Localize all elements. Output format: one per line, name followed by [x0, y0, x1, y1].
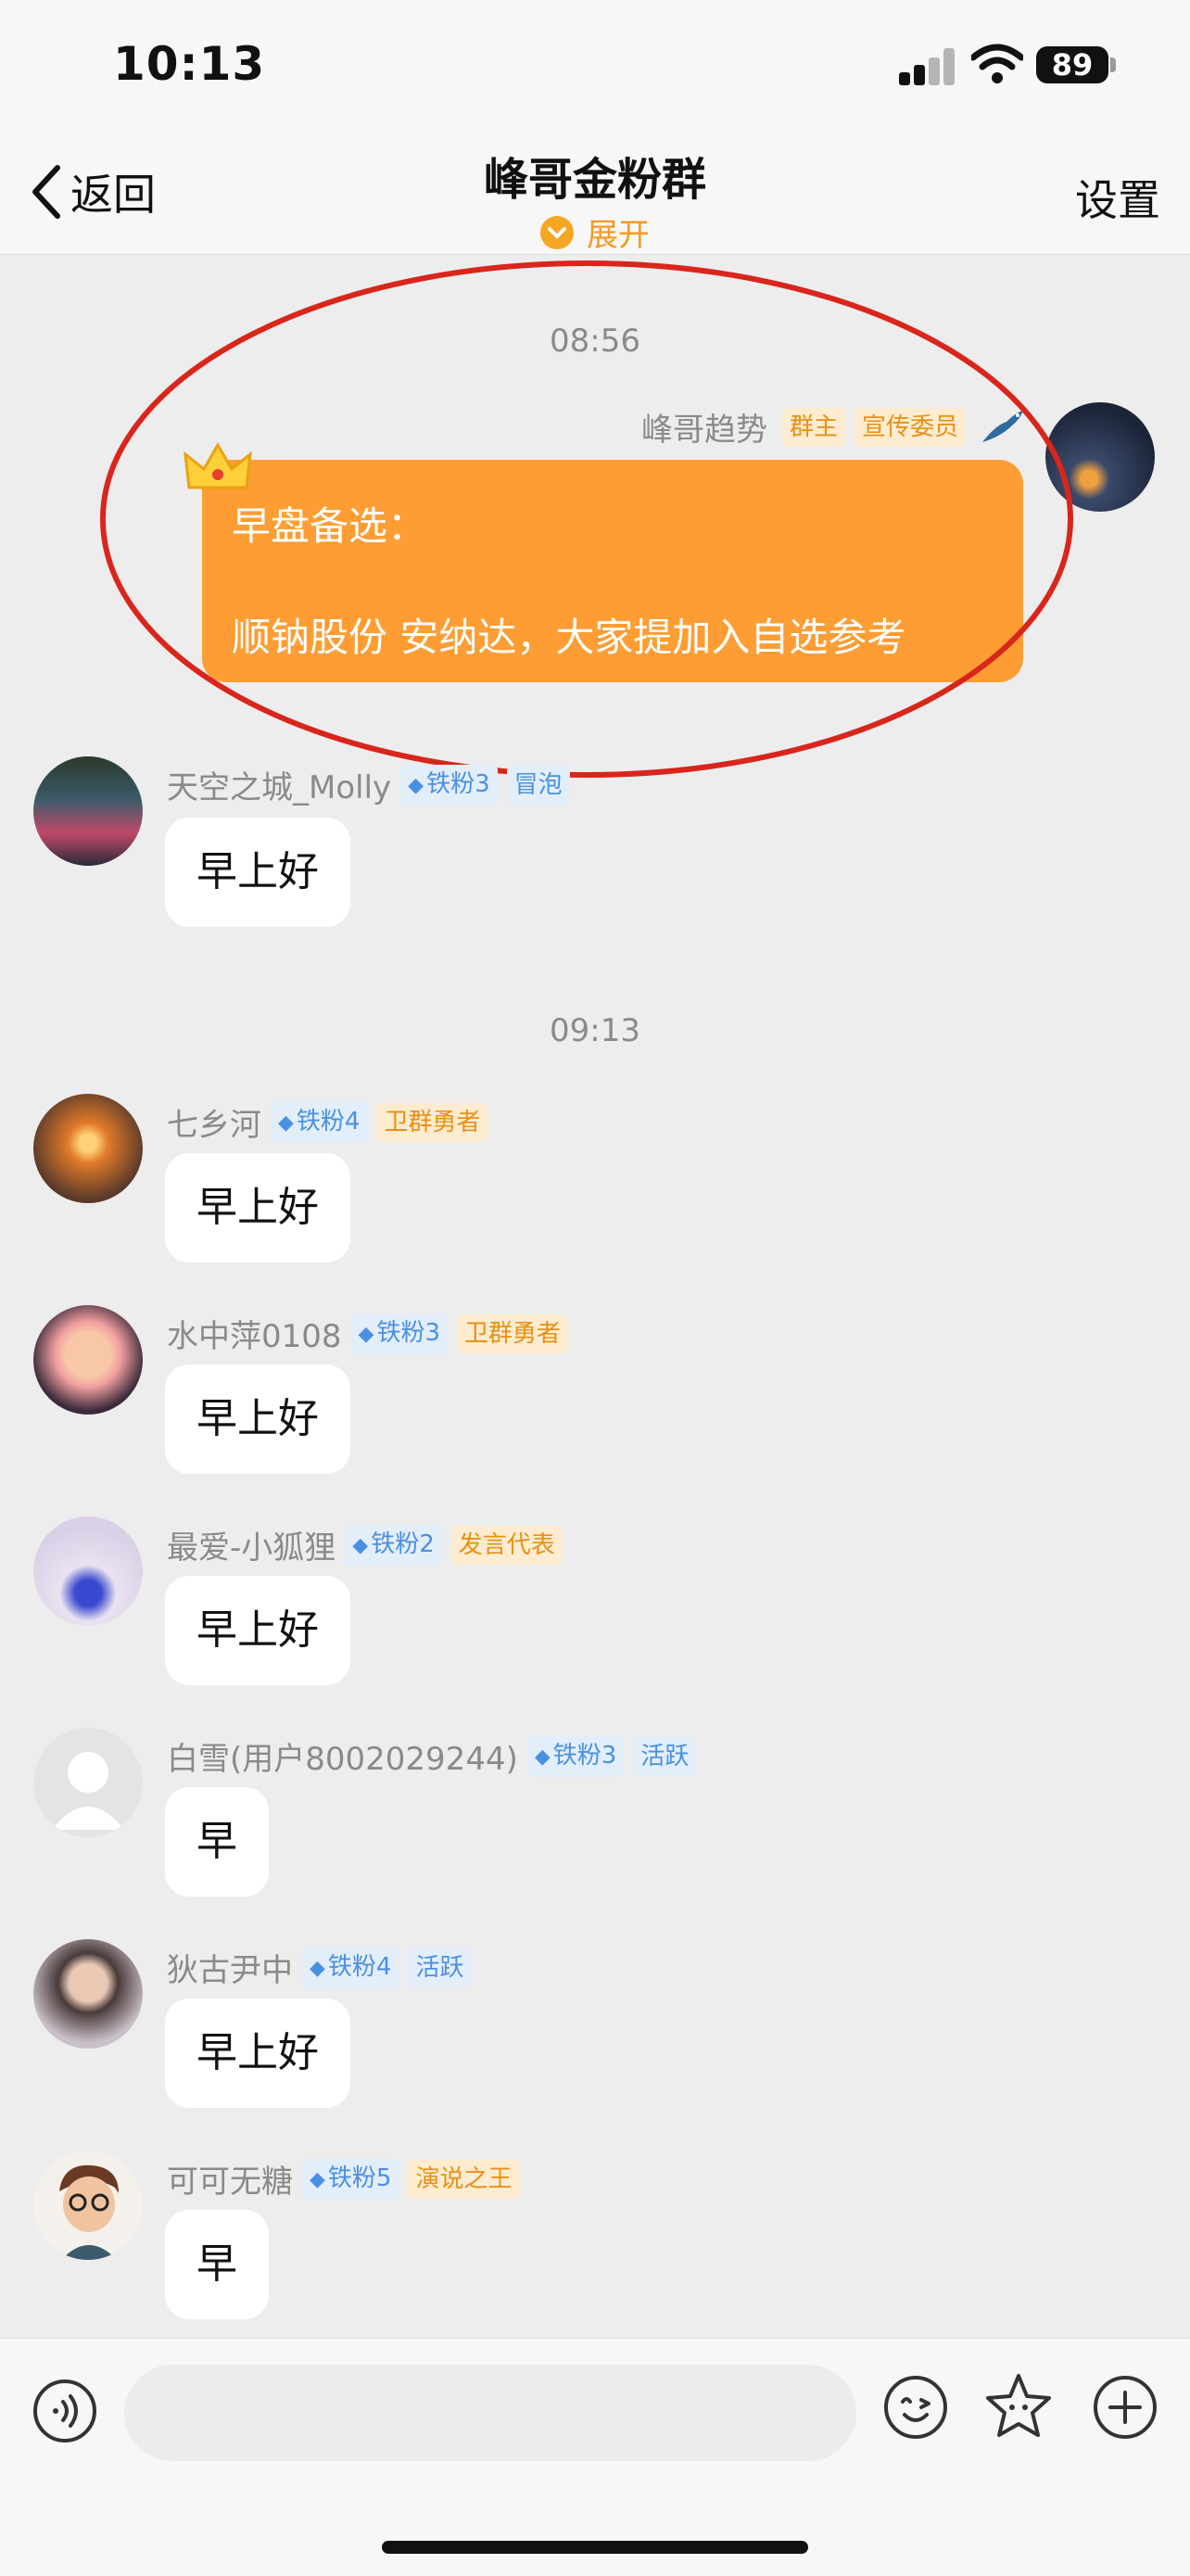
- role-badge: 宣传委员: [854, 407, 966, 447]
- avatar[interactable]: [33, 1516, 143, 1626]
- time-stamp: 09:13: [550, 1012, 640, 1049]
- sender-name: 峰哥趋势: [640, 412, 767, 449]
- message-line: 早盘备选：: [232, 503, 427, 549]
- emoji-icon[interactable]: [882, 2374, 949, 2441]
- sender-name: 可可无糖: [167, 2164, 293, 2201]
- member-badge: 活跃: [408, 1948, 472, 1987]
- avatar[interactable]: [33, 756, 143, 866]
- message-bubble[interactable]: 早上好: [165, 1576, 350, 1685]
- sender-name: 七乡河: [167, 1107, 261, 1144]
- status-bar: 10:13 89: [0, 0, 1190, 139]
- cartoon-face-icon: [59, 2164, 119, 2260]
- member-badge: 发言代表: [450, 1525, 563, 1565]
- sender-name: 狄古尹中: [167, 1952, 293, 1989]
- avatar[interactable]: [1045, 402, 1155, 512]
- sender-name: 天空之城_Molly: [167, 769, 392, 806]
- sender-name: 白雪(用户8002029244): [167, 1741, 518, 1778]
- avatar[interactable]: [33, 1094, 143, 1203]
- group-title[interactable]: 峰哥金粉群: [0, 143, 1190, 208]
- input-bar: [0, 2338, 1190, 2576]
- owner-sender-row: 峰哥趋势 群主 宣传委员: [641, 404, 1027, 450]
- sender-name: 水中萍0108: [167, 1318, 342, 1355]
- settings-button[interactable]: 设置: [1075, 167, 1160, 228]
- title-block: 峰哥金粉群 展开: [0, 139, 1190, 255]
- member-badge: 冒泡: [506, 765, 570, 805]
- bird-icon: [982, 410, 1023, 442]
- sender-row: 最爱-小狐狸 铁粉2 发言代表: [167, 1522, 563, 1567]
- plus-icon[interactable]: [1092, 2374, 1158, 2441]
- battery-indicator: 89: [1036, 46, 1108, 83]
- sender-row: 可可无糖 铁粉5 演说之王: [167, 2156, 520, 2202]
- sender-row: 水中萍0108 铁粉3 卫群勇者: [167, 1311, 569, 1356]
- fan-level-badge: 铁粉3: [526, 1735, 625, 1777]
- wifi-icon: [971, 44, 1023, 83]
- cellular-signal-icon: [899, 48, 956, 85]
- fan-level-badge: 铁粉3: [400, 764, 498, 806]
- status-time: 10:13: [113, 37, 266, 91]
- avatar[interactable]: [33, 1728, 143, 1837]
- battery-tip: [1110, 57, 1116, 72]
- expand-label: 展开: [587, 217, 650, 254]
- owner-badge: 群主: [781, 407, 845, 447]
- home-indicator: [382, 2541, 808, 2554]
- member-badge: 卫群勇者: [457, 1313, 569, 1353]
- sender-row: 白雪(用户8002029244) 铁粉3 活跃: [167, 1733, 697, 1779]
- expand-chevron-icon: [540, 215, 574, 249]
- fan-level-badge: 铁粉5: [302, 2158, 399, 2200]
- message-bubble[interactable]: 早上好: [165, 1364, 350, 1474]
- fan-level-badge: 铁粉4: [271, 1101, 368, 1143]
- fan-level-badge: 铁粉2: [345, 1524, 442, 1566]
- fan-level-badge: 铁粉4: [302, 1947, 399, 1988]
- member-badge: 卫群勇者: [376, 1102, 488, 1142]
- expand-button[interactable]: 展开: [540, 209, 650, 255]
- time-stamp: 08:56: [550, 323, 640, 360]
- avatar[interactable]: [33, 1305, 143, 1415]
- avatar[interactable]: [33, 1939, 143, 2049]
- message-bubble[interactable]: 早上好: [165, 818, 350, 927]
- avatar[interactable]: [33, 2151, 143, 2260]
- message-bubble[interactable]: 早上好: [165, 1999, 350, 2108]
- fan-level-badge: 铁粉3: [350, 1313, 448, 1354]
- sender-row: 七乡河 铁粉4 卫群勇者: [167, 1099, 488, 1145]
- nav-bar: 返回 峰哥金粉群 展开 设置: [0, 139, 1190, 255]
- voice-icon[interactable]: [32, 2378, 98, 2444]
- crown-icon: [184, 441, 252, 489]
- message-bubble[interactable]: 早: [165, 2210, 269, 2319]
- message-bubble[interactable]: 早上好: [165, 1153, 350, 1263]
- message-line: 顺钠股份 安纳达，大家提加入自选参考: [232, 615, 906, 660]
- sender-row: 狄古尹中 铁粉4 活跃: [167, 1945, 472, 1990]
- sticker-icon[interactable]: [982, 2370, 1055, 2443]
- message-bubble[interactable]: 早盘备选： 顺钠股份 安纳达，大家提加入自选参考: [202, 460, 1023, 682]
- sender-name: 最爱-小狐狸: [167, 1529, 336, 1567]
- default-user-icon: [52, 1752, 124, 1830]
- member-badge: 活跃: [633, 1736, 697, 1776]
- message-input[interactable]: [124, 2365, 856, 2461]
- member-badge: 演说之王: [408, 2159, 520, 2199]
- sender-row: 天空之城_Molly 铁粉3 冒泡: [167, 762, 570, 807]
- message-bubble[interactable]: 早: [165, 1787, 269, 1897]
